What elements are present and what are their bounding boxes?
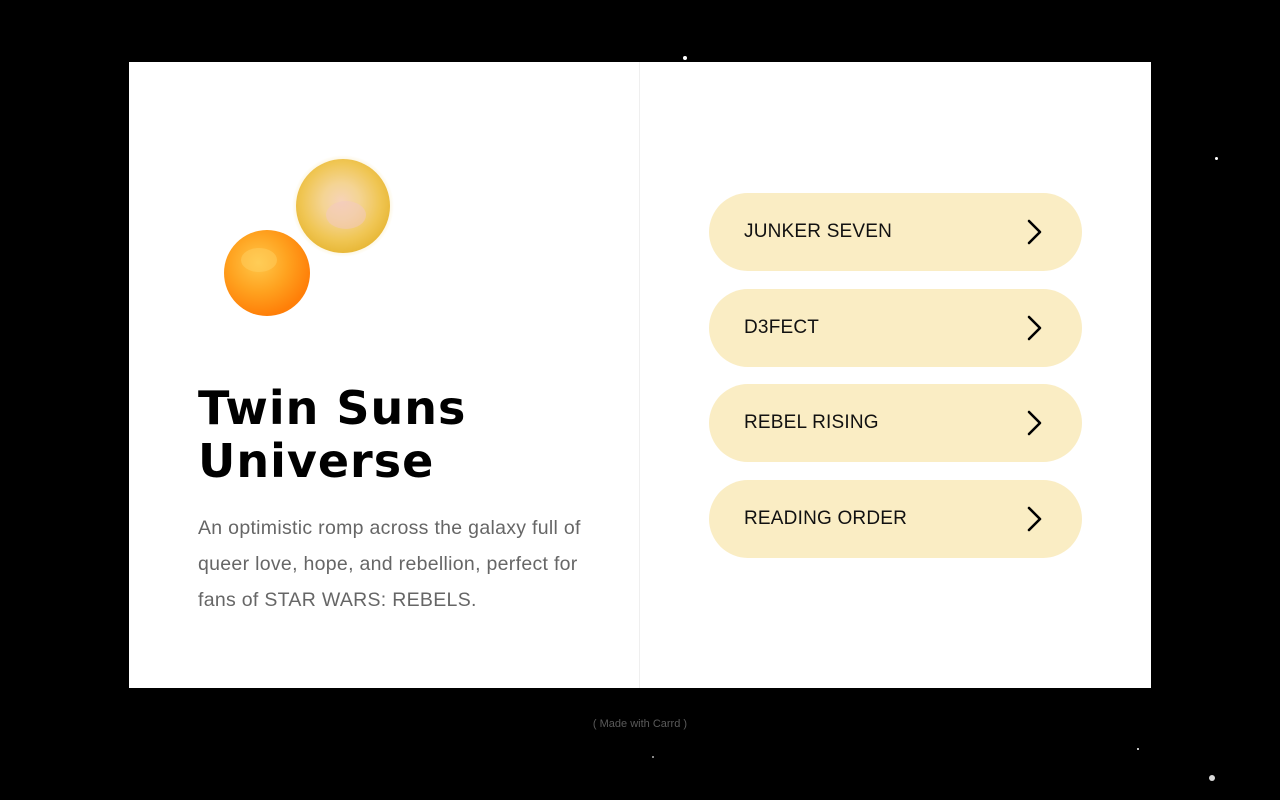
book-links: JUNKER SEVEN D3FECT REBEL RISING READING…: [709, 193, 1082, 575]
intro-column: Twin Suns Universe An optimistic romp ac…: [129, 62, 640, 688]
twin-suns-logo: [224, 155, 394, 316]
star: [1215, 157, 1218, 160]
star: [683, 56, 687, 60]
chevron-right-icon: [1027, 219, 1042, 245]
small-sun: [224, 230, 310, 316]
reading-order-button[interactable]: READING ORDER: [709, 479, 1082, 558]
button-label: REBEL RISING: [744, 412, 879, 433]
page-background: Twin Suns Universe An optimistic romp ac…: [0, 0, 1280, 800]
star: [1209, 775, 1215, 781]
made-with-carrd-link[interactable]: ( Made with Carrd ): [0, 718, 1280, 730]
links-column: JUNKER SEVEN D3FECT REBEL RISING READING…: [640, 62, 1151, 688]
chevron-right-icon: [1027, 506, 1042, 531]
page-title: Twin Suns Universe: [198, 381, 467, 488]
button-label: D3FECT: [744, 316, 820, 338]
d3fect-button[interactable]: D3FECT: [709, 288, 1082, 367]
star: [1137, 748, 1139, 750]
rebel-rising-button[interactable]: REBEL RISING: [709, 384, 1082, 462]
junker-seven-button[interactable]: JUNKER SEVEN: [709, 193, 1082, 271]
button-label: JUNKER SEVEN: [744, 221, 893, 242]
button-label: READING ORDER: [744, 507, 908, 529]
page-description: An optimistic romp across the galaxy ful…: [198, 517, 581, 611]
main-card: Twin Suns Universe An optimistic romp ac…: [129, 62, 1151, 688]
small-sun-highlight: [241, 248, 277, 272]
large-sun-highlight: [326, 201, 366, 229]
chevron-right-icon: [1027, 410, 1042, 436]
star: [652, 756, 654, 758]
chevron-right-icon: [1027, 315, 1042, 340]
